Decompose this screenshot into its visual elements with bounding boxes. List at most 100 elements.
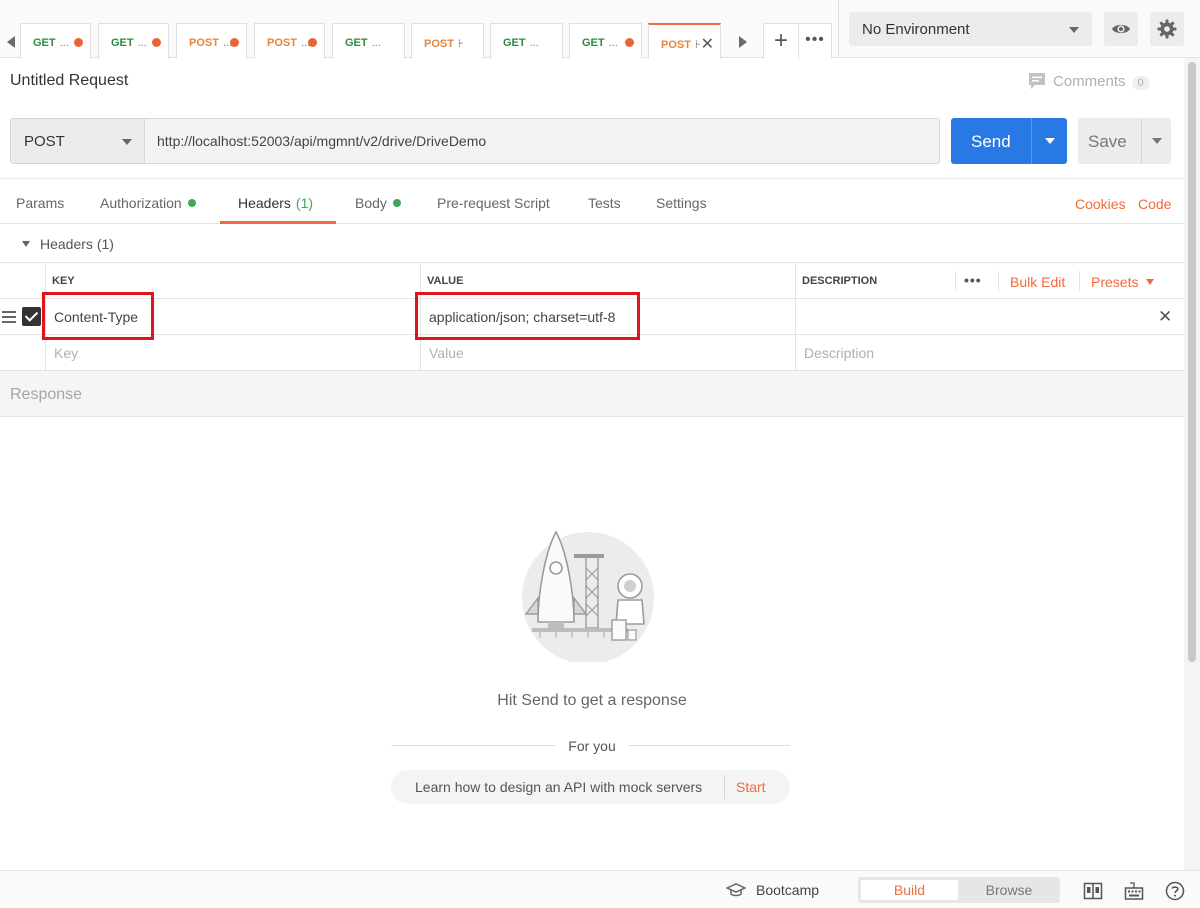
send-label: Send	[971, 132, 1011, 151]
table-row-empty: Key Value Description	[0, 335, 1184, 371]
tab-method: GET	[582, 37, 605, 49]
divider	[955, 271, 956, 291]
tab-method: POST	[661, 39, 691, 51]
new-key-input[interactable]: Key	[54, 345, 78, 361]
headers-section-count: (1)	[96, 236, 114, 252]
request-tab[interactable]: GET...	[332, 23, 405, 59]
learn-suggestion: Learn how to design an API with mock ser…	[391, 770, 790, 804]
unsaved-dot-icon	[625, 38, 634, 47]
request-tab[interactable]: POST ⊦	[411, 23, 484, 59]
cookies-link[interactable]: Cookies	[1075, 196, 1126, 212]
close-tab-icon[interactable]: ✕	[701, 34, 714, 54]
scrollbar-thumb[interactable]	[1188, 62, 1196, 662]
unsaved-dot-icon	[74, 38, 83, 47]
caret-down-icon	[22, 241, 30, 247]
new-description-input[interactable]: Description	[804, 345, 874, 361]
two-pane-view-icon[interactable]	[1083, 881, 1103, 901]
tab-headers-count: (1)	[295, 195, 314, 211]
drag-handle-icon[interactable]	[2, 311, 16, 323]
tab-pre-request-script[interactable]: Pre-request Script	[437, 195, 550, 211]
tab-authorization[interactable]: Authorization	[100, 195, 196, 211]
headers-section-toggle[interactable]: Headers (1)	[22, 236, 114, 252]
tab-settings[interactable]: Settings	[656, 195, 707, 211]
scroll-tabs-left-icon[interactable]	[4, 30, 18, 54]
bulk-edit-link[interactable]: Bulk Edit	[1010, 274, 1065, 290]
tab-method: POST	[189, 37, 219, 49]
scroll-tabs-right-icon[interactable]	[736, 30, 750, 54]
column-key-header: KEY	[52, 275, 75, 287]
new-tab-button[interactable]: +	[763, 23, 799, 59]
comments-button[interactable]: Comments 0	[1028, 72, 1150, 90]
row-enabled-checkbox[interactable]	[22, 307, 41, 326]
response-header: Response	[0, 370, 1184, 417]
status-dot-icon	[187, 199, 196, 207]
send-button[interactable]: Send	[951, 118, 1067, 164]
tab-params[interactable]: Params	[16, 195, 64, 211]
code-link[interactable]: Code	[1138, 196, 1171, 212]
eye-icon	[1112, 24, 1130, 34]
keyboard-shortcuts-icon[interactable]	[1124, 881, 1144, 901]
comments-label: Comments	[1053, 73, 1126, 90]
tab-body[interactable]: Body	[355, 195, 401, 211]
new-value-input[interactable]: Value	[429, 345, 464, 361]
bootcamp-label: Bootcamp	[756, 882, 820, 898]
unsaved-dot-icon	[308, 38, 317, 47]
request-tab[interactable]: POST...	[176, 23, 247, 59]
chevron-down-icon	[122, 139, 132, 145]
tab-name: ⊦	[457, 38, 464, 50]
delete-row-icon[interactable]: ✕	[1158, 307, 1172, 327]
tab-method: GET	[111, 37, 134, 49]
manage-environments-button[interactable]	[1150, 12, 1184, 46]
highlight-box	[415, 292, 640, 340]
save-options-chevron-icon[interactable]	[1141, 118, 1171, 164]
tab-strip: GET... GET... POST... POST... GET... POS…	[0, 0, 1200, 59]
graduation-cap-icon	[725, 883, 747, 897]
unsaved-dot-icon	[230, 38, 239, 47]
tab-name: ...	[608, 37, 618, 49]
empty-response-message: Hit Send to get a response	[497, 692, 687, 709]
tab-method: POST	[424, 38, 454, 50]
tab-headers[interactable]: Headers (1)	[238, 195, 313, 211]
divider	[1079, 271, 1080, 291]
column-value-header: VALUE	[427, 275, 464, 287]
status-bar: Bootcamp Build Browse	[0, 870, 1200, 908]
request-tab[interactable]: POST...	[254, 23, 325, 59]
request-title[interactable]: Untitled Request	[10, 72, 128, 90]
tab-method: GET	[345, 37, 368, 49]
environment-quick-look-button[interactable]	[1104, 12, 1138, 46]
request-tab[interactable]: GET...	[20, 23, 91, 59]
method-select[interactable]: POST	[11, 119, 145, 163]
help-icon[interactable]	[1165, 881, 1185, 901]
chevron-down-icon	[1069, 27, 1079, 33]
save-button[interactable]: Save	[1078, 118, 1171, 164]
save-label: Save	[1088, 132, 1127, 151]
tab-name: ...	[371, 37, 381, 49]
url-input[interactable]: http://localhost:52003/api/mgmnt/v2/driv…	[157, 133, 486, 149]
request-tab[interactable]: GET...	[98, 23, 169, 59]
request-tab[interactable]: GET...	[569, 23, 642, 59]
start-link[interactable]: Start	[736, 779, 766, 795]
column-options-button[interactable]: •••	[964, 272, 982, 288]
tab-method: GET	[503, 37, 526, 49]
highlight-box	[42, 292, 154, 340]
bootcamp-button[interactable]: Bootcamp	[725, 882, 820, 898]
environment-select[interactable]: No Environment	[849, 12, 1092, 46]
tab-method: POST	[267, 37, 297, 49]
status-dot-icon	[392, 199, 401, 207]
mode-toggle: Build Browse	[858, 877, 1060, 903]
request-tab-active[interactable]: POST ⊦ ✕	[648, 23, 721, 59]
scrollbar[interactable]	[1184, 58, 1200, 870]
tab-options-button[interactable]: •••	[798, 23, 832, 59]
browse-mode-button[interactable]: Browse	[961, 880, 1057, 900]
request-tabs: Params Authorization Headers (1) Body Pre…	[0, 178, 1184, 224]
url-bar: POST http://localhost:52003/api/mgmnt/v2…	[10, 118, 940, 164]
build-mode-button[interactable]: Build	[861, 880, 958, 900]
response-label: Response	[10, 386, 83, 403]
tab-tests[interactable]: Tests	[588, 195, 621, 211]
presets-dropdown[interactable]: Presets	[1091, 274, 1155, 290]
request-tab[interactable]: GET...	[490, 23, 563, 59]
for-you-heading: For you	[0, 738, 1184, 754]
send-options-chevron-icon[interactable]	[1031, 118, 1067, 164]
tab-name: ...	[529, 37, 539, 49]
for-you-label: For you	[556, 738, 628, 754]
